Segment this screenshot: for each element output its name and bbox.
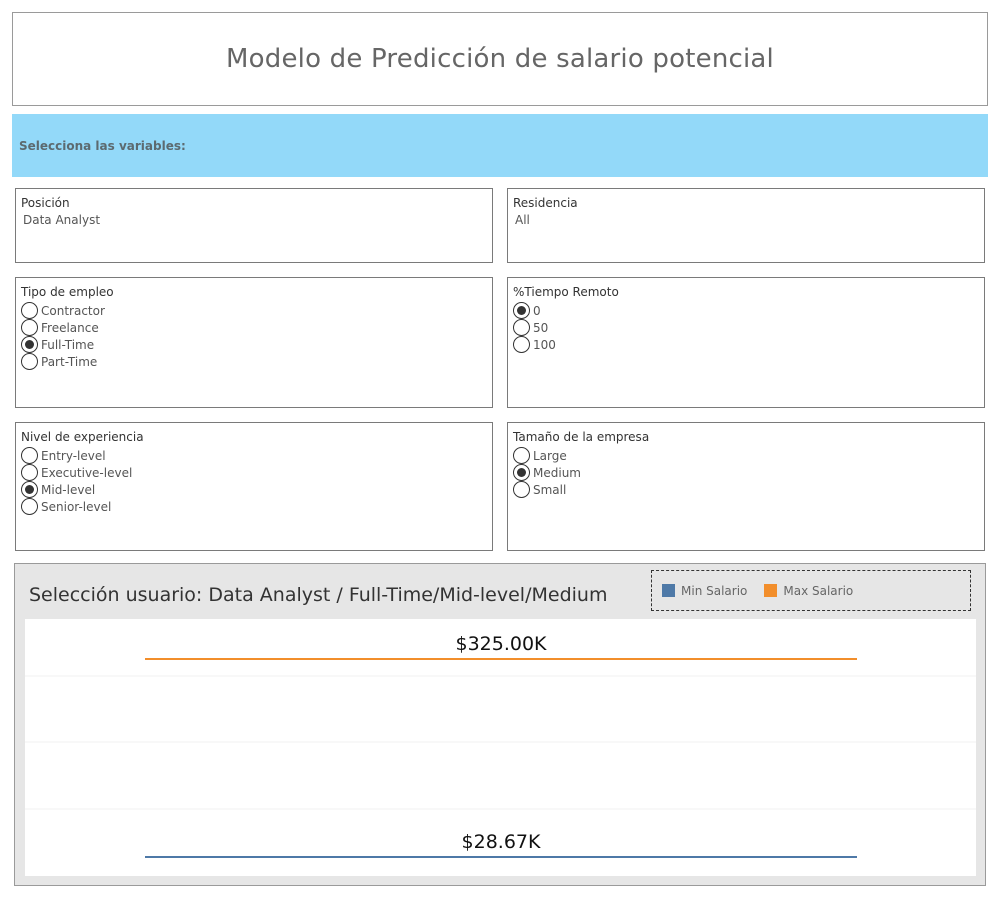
- filter-tamano-empresa: Tamaño de la empresa Large Medium Small: [507, 422, 985, 551]
- radio-label: Entry-level: [41, 448, 106, 463]
- radio-button[interactable]: [21, 302, 38, 319]
- filter-title: Tamaño de la empresa: [513, 430, 650, 444]
- radio-label: Full-Time: [41, 337, 95, 352]
- legend-swatch-min: [662, 584, 675, 597]
- min-salario-label: $28.67K: [462, 831, 541, 853]
- filter-nivel-experiencia: Nivel de experiencia Entry-level Executiv…: [15, 422, 493, 551]
- radio-button[interactable]: [21, 353, 38, 370]
- radio-option[interactable]: Contractor: [21, 302, 487, 319]
- radio-button[interactable]: [513, 464, 530, 481]
- radio-option[interactable]: Executive-level: [21, 464, 487, 481]
- radio-option[interactable]: 100: [513, 336, 979, 353]
- banner-label: Selecciona las variables:: [19, 138, 186, 153]
- nivel-experiencia-radio-group: Entry-level Executive-level Mid-level Senio…: [21, 447, 487, 515]
- legend-swatch-max: [764, 584, 778, 597]
- radio-button[interactable]: [513, 319, 530, 336]
- radio-button[interactable]: [513, 302, 530, 319]
- filter-tipo-empleo: Tipo de empleo Contractor Freelance Full-T…: [15, 277, 493, 408]
- filter-title: Posición: [21, 196, 70, 210]
- filter-tiempo-remoto: %Tiempo Remoto 0 50 100: [507, 277, 985, 408]
- radio-button[interactable]: [21, 481, 38, 498]
- radio-button[interactable]: [21, 498, 38, 515]
- radio-option[interactable]: 50: [513, 319, 979, 336]
- tipo-empleo-radio-group: Contractor Freelance Full-Time Part-Time: [21, 302, 487, 370]
- plot-area: $325.00K $28.67K: [25, 619, 976, 876]
- radio-label: Medium: [533, 465, 581, 480]
- radio-label: 100: [533, 337, 556, 352]
- filter-title: Residencia: [513, 196, 578, 210]
- radio-button[interactable]: [21, 447, 38, 464]
- radio-button[interactable]: [21, 464, 38, 481]
- radio-label: Executive-level: [41, 465, 133, 480]
- tiempo-remoto-radio-group: 0 50 100: [513, 302, 979, 353]
- legend-item-max-salario[interactable]: Max Salario: [764, 584, 853, 598]
- salary-chart-panel: Selección usuario: Data Analyst / Full-T…: [14, 563, 986, 886]
- radio-button[interactable]: [513, 447, 530, 464]
- radio-label: Mid-level: [41, 482, 96, 497]
- filter-posicion[interactable]: Posición Data Analyst: [15, 188, 493, 263]
- radio-button[interactable]: [21, 336, 38, 353]
- legend-item-min-salario[interactable]: Min Salario: [662, 584, 747, 598]
- radio-label: Freelance: [41, 320, 99, 335]
- radio-label: Part-Time: [41, 354, 98, 369]
- radio-button[interactable]: [513, 481, 530, 498]
- legend-label: Max Salario: [783, 583, 854, 598]
- filter-title: Tipo de empleo: [21, 285, 114, 299]
- radio-option[interactable]: Mid-level: [21, 481, 487, 498]
- radio-option[interactable]: Senior-level: [21, 498, 487, 515]
- radio-option[interactable]: Full-Time: [21, 336, 487, 353]
- filter-title: Nivel de experiencia: [21, 430, 144, 444]
- radio-label: Small: [533, 482, 567, 497]
- radio-label: Large: [533, 448, 567, 463]
- radio-label: 0: [533, 303, 541, 318]
- radio-label: 50: [533, 320, 549, 335]
- variables-banner: Selecciona las variables:: [12, 114, 988, 177]
- chart-title: Selección usuario: Data Analyst / Full-T…: [29, 584, 608, 606]
- radio-option[interactable]: 0: [513, 302, 979, 319]
- radio-option[interactable]: Small: [513, 481, 979, 498]
- legend-label: Min Salario: [681, 583, 748, 598]
- page-title: Modelo de Predicción de salario potencia…: [226, 44, 774, 74]
- radio-label: Contractor: [41, 303, 105, 318]
- chart-legend[interactable]: Min Salario Max Salario: [651, 570, 971, 611]
- max-salario-label: $325.00K: [455, 633, 547, 655]
- posicion-value[interactable]: Data Analyst: [21, 213, 487, 227]
- radio-option[interactable]: Medium: [513, 464, 979, 481]
- radio-label: Senior-level: [41, 499, 112, 514]
- radio-option[interactable]: Part-Time: [21, 353, 487, 370]
- radio-option[interactable]: Freelance: [21, 319, 487, 336]
- filter-residencia[interactable]: Residencia All: [507, 188, 985, 263]
- radio-button[interactable]: [513, 336, 530, 353]
- radio-button[interactable]: [21, 319, 38, 336]
- radio-option[interactable]: Entry-level: [21, 447, 487, 464]
- filter-title: %Tiempo Remoto: [513, 285, 619, 299]
- title-container: Modelo de Predicción de salario potencia…: [12, 12, 988, 106]
- tamano-empresa-radio-group: Large Medium Small: [513, 447, 979, 498]
- radio-option[interactable]: Large: [513, 447, 979, 464]
- salary-chart: $325.00K $28.67K: [25, 633, 976, 858]
- residencia-value[interactable]: All: [513, 213, 979, 227]
